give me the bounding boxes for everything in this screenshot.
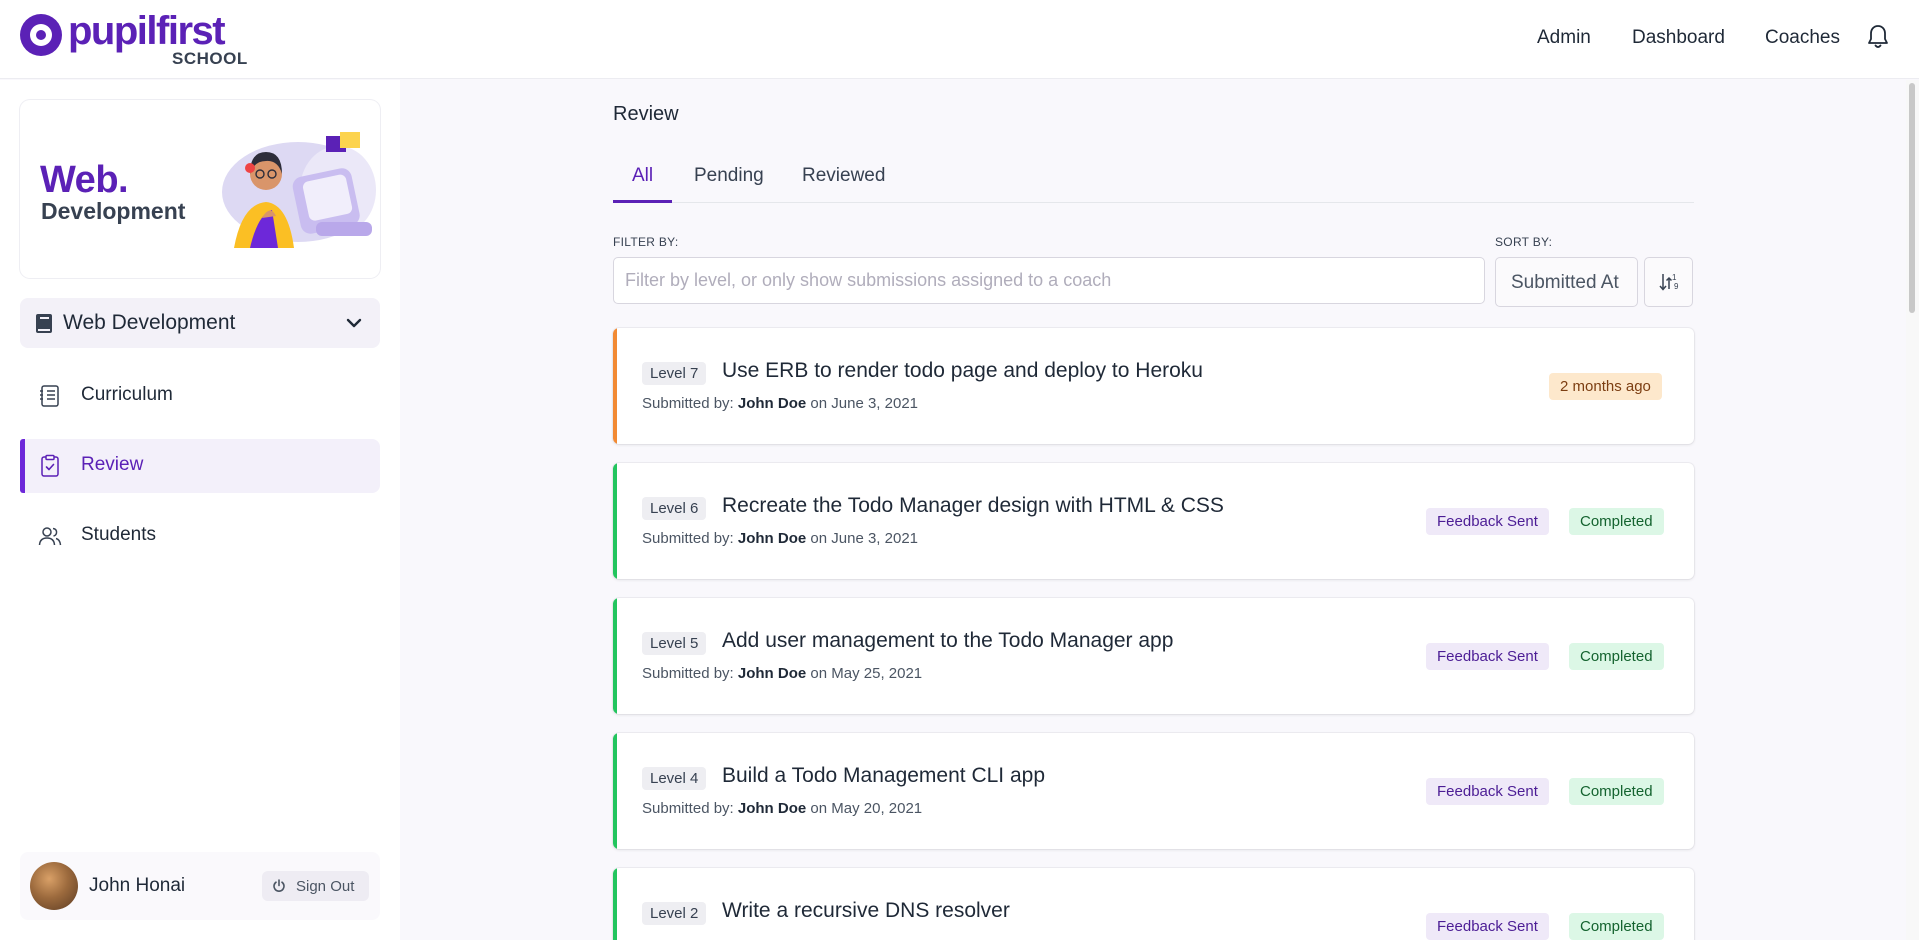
submitted-by-prefix: Submitted by: <box>642 395 734 412</box>
submitted-by-prefix: Submitted by: <box>642 800 734 817</box>
review-tabs: All Pending Reviewed <box>613 155 1694 203</box>
sidebar-item-label: Curriculum <box>81 384 173 405</box>
feedback-sent-badge: Feedback Sent <box>1426 508 1549 535</box>
submission-card[interactable]: Level 4 Build a Todo Management CLI app … <box>613 733 1694 849</box>
submission-title: Build a Todo Management CLI app <box>722 764 1045 787</box>
submitted-date: on June 3, 2021 <box>810 395 918 412</box>
page-scrollbar[interactable] <box>1906 80 1919 940</box>
sort-value: Submitted At <box>1511 272 1619 293</box>
submitted-date: on May 25, 2021 <box>810 665 923 682</box>
students-icon <box>38 527 62 546</box>
submission-card[interactable]: Level 5 Add user management to the Todo … <box>613 598 1694 714</box>
sign-out-label: Sign Out <box>296 878 355 895</box>
submitted-date: on May 20, 2021 <box>810 800 923 817</box>
sidebar-item-label: Students <box>81 524 156 545</box>
submission-card[interactable]: Level 2 Write a recursive DNS resolver F… <box>613 868 1694 940</box>
submitter-name: John Doe <box>737 395 807 412</box>
sort-select[interactable]: Submitted At <box>1495 257 1638 307</box>
sidebar-item-label: Review <box>81 454 144 475</box>
sort-label: SORT BY: <box>1495 235 1553 249</box>
book-icon <box>36 314 52 333</box>
banner-illustration <box>222 132 376 248</box>
course-selector[interactable]: Web Development <box>20 298 380 348</box>
banner-title: Web. <box>40 159 129 201</box>
submission-meta: Submitted by: John Doe on June 3, 2021 <box>642 395 918 412</box>
power-icon <box>273 879 285 892</box>
user-panel: John Honai Sign Out <box>20 852 380 920</box>
course-name: Web Development <box>63 311 236 334</box>
svg-text:9: 9 <box>1674 282 1679 291</box>
submitted-by-prefix: Submitted by: <box>642 665 734 682</box>
page-title: Review <box>613 103 679 125</box>
nav-coaches[interactable]: Coaches <box>1765 27 1840 49</box>
submitter-name: John Doe <box>737 665 807 682</box>
course-banner: Web. Development <box>20 100 380 278</box>
svg-text:1: 1 <box>1672 273 1677 282</box>
level-badge: Level 6 <box>642 497 707 520</box>
submission-meta: Submitted by: John Doe on May 20, 2021 <box>642 800 922 817</box>
banner-subtitle: Development <box>41 198 186 224</box>
bell-icon[interactable] <box>1866 24 1890 50</box>
tab-all[interactable]: All <box>613 165 673 203</box>
sidebar-item-students[interactable]: Students <box>20 509 380 563</box>
submission-title: Use ERB to render todo page and deploy t… <box>722 359 1203 382</box>
filter-input[interactable] <box>613 257 1485 304</box>
level-badge: Level 5 <box>642 632 707 655</box>
level-badge: Level 4 <box>642 767 707 790</box>
level-badge: Level 2 <box>642 902 707 925</box>
completed-badge: Completed <box>1569 913 1664 940</box>
tab-reviewed[interactable]: Reviewed <box>802 165 885 203</box>
submission-meta: Submitted by: John Doe on June 3, 2021 <box>642 530 918 547</box>
feedback-sent-badge: Feedback Sent <box>1426 643 1549 670</box>
review-clipboard-icon <box>41 454 59 477</box>
submission-card[interactable]: Level 6 Recreate the Todo Manager design… <box>613 463 1694 579</box>
avatar[interactable] <box>30 862 78 910</box>
sidebar-item-curriculum[interactable]: Curriculum <box>20 369 380 423</box>
nav-admin[interactable]: Admin <box>1537 27 1591 49</box>
submission-title: Write a recursive DNS resolver <box>722 899 1010 922</box>
sort-order-icon: 1 9 <box>1659 273 1679 291</box>
chevron-down-icon <box>346 318 362 328</box>
submission-title: Recreate the Todo Manager design with HT… <box>722 494 1224 517</box>
user-name: John Honai <box>89 875 186 896</box>
submitter-name: John Doe <box>737 530 807 547</box>
curriculum-icon <box>40 385 59 407</box>
age-badge: 2 months ago <box>1549 373 1662 400</box>
feedback-sent-badge: Feedback Sent <box>1426 778 1549 805</box>
logo-school-label: SCHOOL <box>172 49 248 68</box>
submitter-name: John Doe <box>737 800 807 817</box>
submission-title: Add user management to the Todo Manager … <box>722 629 1174 652</box>
sidebar: Web. Development Web Development Curricu… <box>0 80 400 940</box>
sort-direction-button[interactable]: 1 9 <box>1644 257 1693 307</box>
scrollbar-thumb[interactable] <box>1909 83 1915 313</box>
submission-meta: Submitted by: John Doe on May 25, 2021 <box>642 665 922 682</box>
pupilfirst-logo-mark <box>20 14 62 56</box>
sidebar-item-review[interactable]: Review <box>20 439 380 493</box>
logo-wordmark: pupilfirst <box>68 9 226 53</box>
submitted-date: on June 3, 2021 <box>810 530 918 547</box>
nav-dashboard[interactable]: Dashboard <box>1632 27 1725 49</box>
pupilfirst-logo[interactable]: pupilfirst SCHOOL <box>20 9 260 69</box>
completed-badge: Completed <box>1569 508 1664 535</box>
feedback-sent-badge: Feedback Sent <box>1426 913 1549 940</box>
top-header: pupilfirst SCHOOL Admin Dashboard Coache… <box>0 0 1919 79</box>
tab-pending[interactable]: Pending <box>694 165 764 203</box>
completed-badge: Completed <box>1569 643 1664 670</box>
level-badge: Level 7 <box>642 362 707 385</box>
sign-out-button[interactable]: Sign Out <box>262 871 369 901</box>
filter-label: FILTER BY: <box>613 235 679 249</box>
submission-card[interactable]: Level 7 Use ERB to render todo page and … <box>613 328 1694 444</box>
completed-badge: Completed <box>1569 778 1664 805</box>
submitted-by-prefix: Submitted by: <box>642 530 734 547</box>
